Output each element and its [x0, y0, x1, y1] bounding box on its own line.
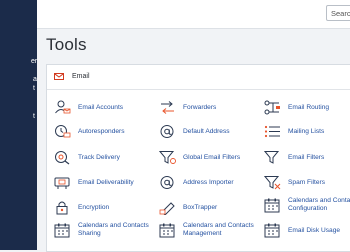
address-importer-icon [160, 176, 174, 189]
tool-label: Email Accounts [78, 104, 124, 111]
page-title: Tools [46, 35, 87, 54]
search-input[interactable]: Searc [326, 5, 350, 21]
calendars-contacts-management-icon [159, 223, 175, 238]
tool-calendars-contacts-sharing[interactable]: Calendars and Contacts Sharing [54, 222, 149, 240]
tool-email-filters[interactable]: Email Filters [264, 151, 350, 165]
tool-label: Email Deliverability [78, 179, 134, 186]
tool-default-address[interactable]: Default Address [159, 125, 254, 139]
email-routing-icon [264, 100, 280, 115]
tool-track-delivery[interactable]: Track Delivery [54, 151, 149, 165]
tool-label: Default Address [183, 128, 230, 135]
boxtrapper-icon [159, 202, 175, 215]
track-delivery-icon [55, 151, 70, 165]
tool-email-disk-usage[interactable]: Email Disk Usage [264, 223, 350, 238]
tool-label: Autoresponders [78, 128, 125, 135]
tool-label: Global Email Filters [183, 154, 241, 161]
mail-icon [54, 73, 64, 80]
tool-calendars-contacts-management[interactable]: Calendars and Contacts Management [159, 222, 254, 240]
sidebar: er a t t [0, 0, 37, 250]
tool-label: Email Routing [288, 104, 330, 111]
default-address-icon [160, 125, 174, 138]
tool-autoresponders[interactable]: Autoresponders [54, 125, 149, 139]
tool-label-line2: Configuration [288, 205, 328, 212]
sidebar-item-label[interactable]: t [33, 113, 35, 120]
tool-label-line1: Calendars and Contacts [78, 222, 149, 229]
tool-global-email-filters[interactable]: Global Email Filters [159, 151, 254, 165]
email-tools-panel: Email Email Accounts Forwarders Email Ro… [46, 64, 350, 252]
calendars-contacts-sharing-icon [54, 223, 70, 238]
tool-address-importer[interactable]: Address Importer [159, 176, 254, 190]
calendars-contacts-configuration-icon [264, 198, 280, 213]
encryption-icon [56, 201, 68, 215]
tool-label: Encryption [78, 204, 110, 211]
email-disk-usage-icon [264, 223, 280, 238]
mailing-lists-icon [264, 125, 280, 138]
panel-title: Email [72, 73, 90, 80]
tool-label-line1: Calendars and Contacts [183, 222, 254, 229]
global-email-filters-icon [159, 151, 176, 164]
panel-header[interactable]: Email [47, 65, 350, 90]
tool-label-line2: Sharing [78, 230, 101, 237]
email-accounts-icon [55, 100, 71, 114]
tool-label: BoxTrapper [183, 204, 218, 211]
tool-email-accounts[interactable]: Email Accounts [54, 100, 149, 115]
tool-email-routing[interactable]: Email Routing [264, 100, 350, 115]
tool-spam-filters[interactable]: Spam Filters [264, 176, 350, 190]
sidebar-item-label[interactable]: a [33, 76, 37, 83]
tool-label: Mailing Lists [288, 128, 325, 135]
tool-label: Track Delivery [78, 154, 120, 161]
tool-forwarders[interactable]: Forwarders [159, 101, 254, 115]
top-bar [37, 0, 350, 29]
tool-label: Email Filters [288, 154, 325, 161]
tool-label-line1: Calendars and Contacts [288, 197, 350, 204]
tool-label: Email Disk Usage [288, 227, 341, 234]
tool-calendars-contacts-configuration[interactable]: Calendars and Contacts Configuration [264, 197, 350, 215]
tool-mailing-lists[interactable]: Mailing Lists [264, 125, 350, 139]
forwarders-icon [161, 101, 174, 114]
tool-boxtrapper[interactable]: BoxTrapper [159, 201, 254, 215]
tool-email-deliverability[interactable]: Email Deliverability [54, 176, 149, 190]
email-deliverability-icon [54, 177, 70, 189]
sidebar-item-label[interactable]: er [31, 58, 37, 65]
tool-label-line2: Management [183, 230, 222, 237]
autoresponders-icon [55, 125, 71, 138]
tool-label: Spam Filters [288, 179, 326, 186]
sidebar-item-label[interactable]: t [33, 85, 35, 92]
tool-encryption[interactable]: Encryption [54, 201, 149, 215]
tool-label: Address Importer [183, 179, 234, 186]
tool-label: Forwarders [183, 104, 217, 111]
email-filters-icon [264, 151, 280, 164]
spam-filters-icon [264, 176, 281, 190]
